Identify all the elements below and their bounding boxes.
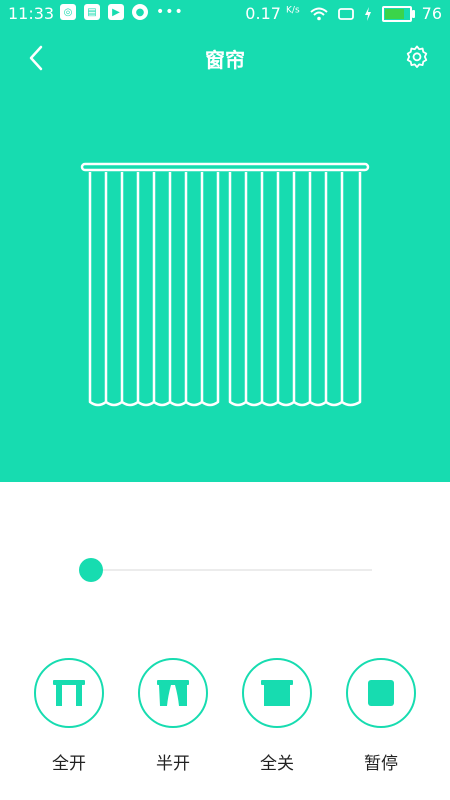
status-time: 11:33 <box>8 4 55 23</box>
network-speed: 0.17 K/s <box>245 4 300 23</box>
video-icon: ▶ <box>108 4 124 20</box>
curtain-half-open-icon <box>157 680 189 706</box>
full-open-label: 全开 <box>52 754 86 774</box>
status-right: 0.17 K/s 76 <box>245 4 442 23</box>
full-open-control[interactable]: 全开 <box>34 658 104 774</box>
pause-control[interactable]: 暂停 <box>346 658 416 774</box>
account-icon: ● <box>132 4 148 20</box>
full-close-button[interactable] <box>242 658 312 728</box>
status-bar: 11:33 ◎ ▤ ▶ ● ••• 0.17 K/s 76 <box>0 0 450 28</box>
pause-square-icon <box>368 680 394 706</box>
half-open-label: 半开 <box>156 754 190 774</box>
charging-icon <box>364 6 372 21</box>
news-icon: ▤ <box>84 4 100 20</box>
battery-level: 76 <box>421 4 442 23</box>
slider-track[interactable] <box>80 569 372 571</box>
gear-icon <box>406 45 428 68</box>
full-close-control[interactable]: 全关 <box>242 658 312 774</box>
battery-icon <box>381 5 415 22</box>
status-notification-icons: ◎ ▤ ▶ ● ••• <box>60 4 184 20</box>
wifi-icon <box>309 7 328 21</box>
pause-button[interactable] <box>346 658 416 728</box>
curtain-position-slider[interactable] <box>68 558 372 582</box>
full-close-label: 全关 <box>260 754 294 774</box>
curtain-illustration <box>80 162 370 407</box>
pause-label: 暂停 <box>364 754 398 774</box>
page-title: 窗帘 <box>205 48 245 72</box>
curtain-closed-icon <box>261 680 293 706</box>
screen-icon <box>337 7 354 21</box>
slider-thumb[interactable] <box>79 558 104 582</box>
sync-icon: ◎ <box>60 4 76 20</box>
more-dots-icon: ••• <box>156 4 184 20</box>
curtain-full-open-icon <box>53 680 85 706</box>
half-open-button[interactable] <box>138 658 208 728</box>
curtain-preview-panel: 11:33 ◎ ▤ ▶ ● ••• 0.17 K/s 76 窗帘 <box>0 0 450 482</box>
full-open-button[interactable] <box>34 658 104 728</box>
half-open-control[interactable]: 半开 <box>138 658 208 774</box>
curtain-controls: 全开 半开 全关 暂停 <box>0 658 450 778</box>
settings-button[interactable] <box>404 44 430 70</box>
